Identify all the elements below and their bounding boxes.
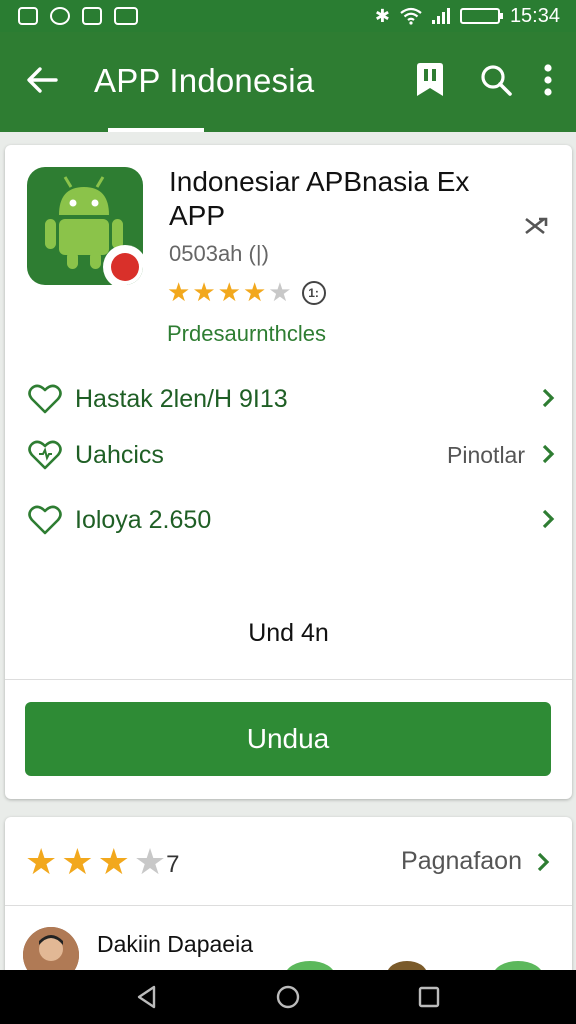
info-row-label: Uahcics bbox=[75, 440, 164, 469]
app-rating-stars: ★ ★ ★ ★ ★ 1: bbox=[167, 277, 326, 308]
status-bar: ✱ 15:34 bbox=[0, 0, 576, 32]
bluetooth-icon: ✱ bbox=[374, 5, 390, 26]
app-icon bbox=[82, 7, 102, 25]
media-icon bbox=[114, 7, 138, 25]
blocked-badge-icon bbox=[103, 245, 143, 285]
back-triangle-icon[interactable] bbox=[134, 984, 160, 1010]
app-name: Indonesiar APBnasia Ex APP bbox=[169, 166, 470, 231]
notification-icons bbox=[18, 7, 138, 25]
search-icon[interactable] bbox=[478, 60, 514, 100]
rating-count: 7 bbox=[166, 851, 180, 878]
app-bar: APP Indonesia bbox=[0, 32, 576, 132]
star-icon: ★ bbox=[268, 277, 292, 307]
reviewer-name: Dakiin Dapaeia bbox=[97, 931, 253, 957]
reviews-more-link[interactable]: Pagnafaon bbox=[401, 847, 522, 876]
heart-outline-icon bbox=[28, 440, 62, 470]
bookmark-icon[interactable] bbox=[412, 60, 448, 100]
developer-link[interactable]: Prdesaurnthcles bbox=[167, 321, 326, 347]
install-button[interactable]: Undua bbox=[25, 702, 551, 776]
chevron-right-icon bbox=[542, 388, 555, 408]
clock: 15:34 bbox=[509, 4, 560, 27]
star-icon: ★ bbox=[217, 277, 241, 307]
back-arrow-icon[interactable] bbox=[22, 60, 62, 100]
app-bar-title: APP Indonesia bbox=[94, 62, 315, 99]
star-icon: ★ bbox=[61, 841, 94, 882]
messenger-icon bbox=[50, 7, 70, 25]
chevron-right-icon[interactable] bbox=[536, 851, 550, 873]
heart-outline-icon bbox=[28, 384, 62, 414]
star-icon: ★ bbox=[25, 841, 58, 882]
recents-square-icon[interactable] bbox=[416, 984, 442, 1010]
divider bbox=[5, 905, 572, 906]
star-icon: ★ bbox=[192, 277, 216, 307]
info-row-value: Pinotlar bbox=[447, 441, 525, 468]
info-row-label: Ioloya 2.650 bbox=[75, 505, 212, 534]
system-status: ✱ 15:34 bbox=[375, 5, 560, 28]
info-row-category[interactable]: Uahcics Pinotlar bbox=[27, 435, 555, 475]
share-icon[interactable] bbox=[522, 211, 552, 241]
star-icon: ★ bbox=[97, 841, 130, 882]
system-nav-bar bbox=[0, 970, 576, 1024]
star-icon: ★ bbox=[133, 841, 167, 882]
chevron-right-icon bbox=[542, 509, 555, 529]
wifi-icon bbox=[400, 7, 422, 25]
info-row-label: Hastak 2len/H 9I13 bbox=[75, 384, 288, 413]
app-subtitle: 0503ah (|) bbox=[169, 241, 269, 266]
divider bbox=[5, 679, 572, 680]
app-details-card: Indonesiar APBnasia Ex APP 0503ah (|) ★ … bbox=[5, 145, 572, 799]
star-icon: ★ bbox=[242, 277, 267, 307]
screenshot-icon bbox=[18, 7, 38, 25]
signal-icon bbox=[431, 8, 450, 24]
tab-indicator bbox=[108, 128, 204, 132]
app-icon bbox=[27, 167, 143, 285]
info-row-downloads[interactable]: Hastak 2len/H 9I13 bbox=[27, 379, 555, 419]
home-circle-icon[interactable] bbox=[275, 984, 301, 1010]
content-rating-badge[interactable]: 1: bbox=[301, 280, 326, 305]
battery-icon bbox=[459, 8, 503, 24]
star-icon: ★ bbox=[167, 277, 191, 307]
app-size-text: Und 4n bbox=[248, 619, 329, 647]
heart-outline-icon bbox=[28, 505, 62, 535]
chevron-right-icon bbox=[542, 444, 555, 464]
more-vert-icon[interactable] bbox=[530, 60, 566, 100]
info-row-version[interactable]: Ioloya 2.650 bbox=[27, 500, 555, 540]
review-rating-stars: ★ ★ ★ ★ 7 bbox=[25, 841, 179, 883]
